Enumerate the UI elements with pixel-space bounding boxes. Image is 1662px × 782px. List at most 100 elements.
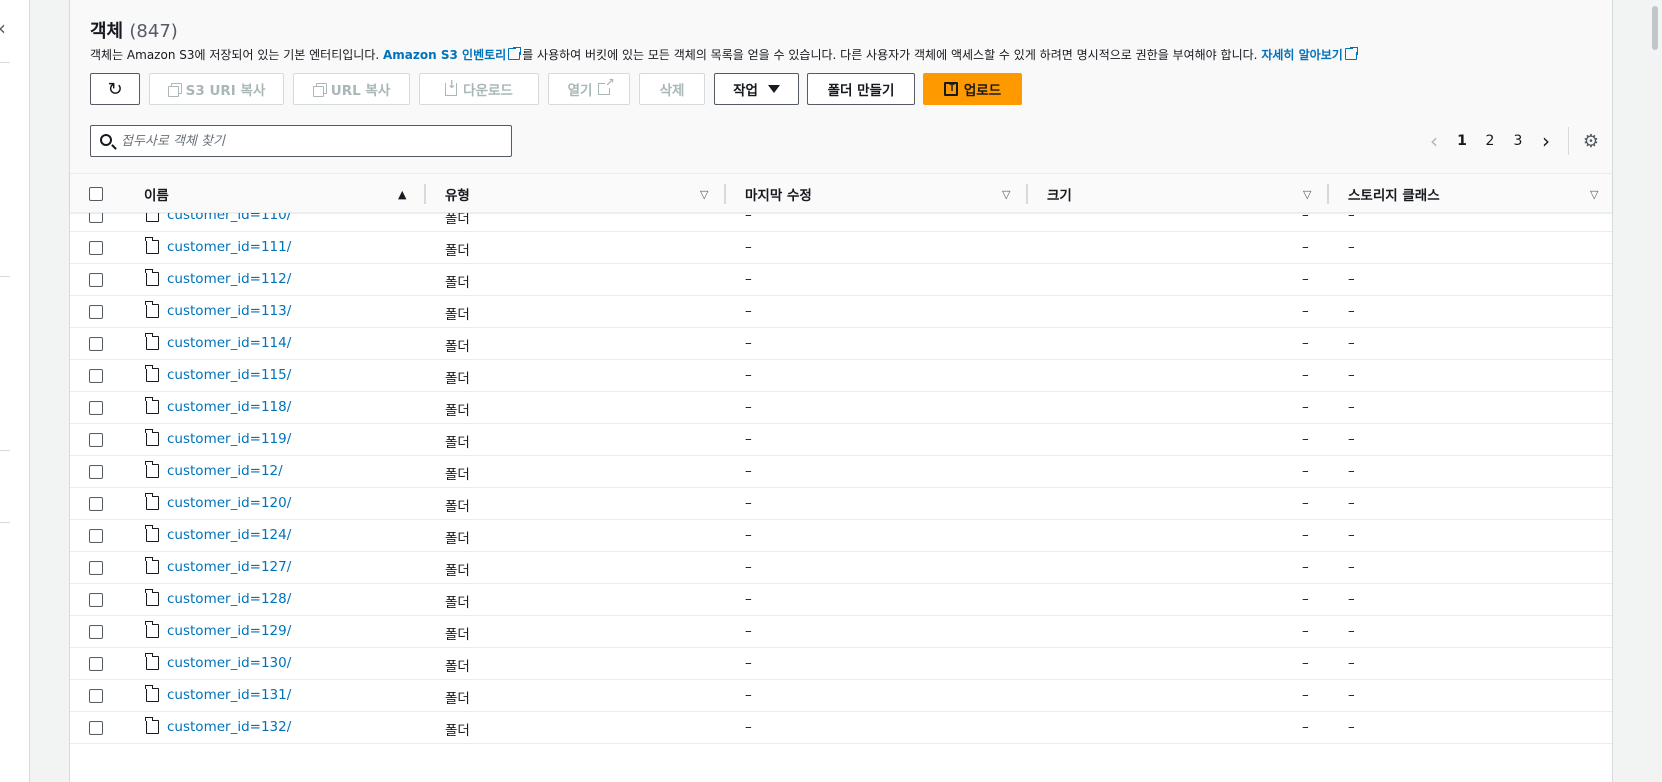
chevron-left-icon[interactable]: ‹ bbox=[1420, 129, 1448, 153]
object-type: 폴더 bbox=[445, 339, 470, 355]
object-name-link[interactable]: customer_id=124/ bbox=[167, 527, 291, 543]
row-checkbox[interactable] bbox=[89, 657, 103, 671]
object-name-link[interactable]: customer_id=120/ bbox=[167, 495, 291, 511]
row-checkbox[interactable] bbox=[89, 561, 103, 575]
close-navigation-icon[interactable]: ‹ bbox=[0, 18, 14, 38]
sort-icon[interactable]: ▽ bbox=[700, 188, 708, 201]
object-size: – bbox=[1302, 213, 1309, 223]
download-icon bbox=[445, 78, 458, 96]
sort-ascending-icon[interactable]: ▲ bbox=[398, 188, 406, 201]
s3-inventory-link[interactable]: Amazon S3 인벤토리 bbox=[383, 48, 506, 62]
object-name-link[interactable]: customer_id=113/ bbox=[167, 303, 291, 319]
page-3[interactable]: 3 bbox=[1504, 133, 1532, 149]
objects-title: 객체 bbox=[90, 21, 124, 42]
actions-dropdown[interactable]: 작업 bbox=[714, 73, 799, 105]
upload-button[interactable]: 업로드 bbox=[923, 73, 1022, 105]
row-checkbox[interactable] bbox=[89, 625, 103, 639]
copy-s3-uri-button[interactable]: S3 URI 복사 bbox=[149, 73, 284, 105]
objects-table-body: customer_id=110/폴더 – – – customer_id=111/폴더 –… bbox=[70, 213, 1612, 782]
folder-icon bbox=[145, 589, 159, 606]
chevron-right-icon[interactable]: › bbox=[1532, 129, 1560, 153]
row-checkbox[interactable] bbox=[89, 401, 103, 415]
sort-icon[interactable]: ▽ bbox=[1590, 188, 1598, 201]
object-name-link[interactable]: customer_id=130/ bbox=[167, 655, 291, 671]
learn-more-link[interactable]: 자세히 알아보기 bbox=[1261, 48, 1342, 62]
column-divider[interactable] bbox=[1026, 184, 1028, 204]
table-row: customer_id=119/폴더 – – – bbox=[70, 424, 1612, 456]
column-header-size[interactable]: 크기 bbox=[1047, 174, 1072, 214]
column-header-modified[interactable]: 마지막 수정 bbox=[745, 174, 812, 214]
object-size: – bbox=[1302, 335, 1309, 351]
copy-url-label: URL 복사 bbox=[330, 83, 391, 99]
objects-panel: 객체 (847) 객체는 Amazon S3에 저장되어 있는 기본 엔터티입니… bbox=[69, 0, 1613, 782]
table-row: customer_id=129/폴더 – – – bbox=[70, 616, 1612, 648]
search-icon bbox=[100, 134, 112, 146]
page-1[interactable]: 1 bbox=[1448, 133, 1476, 149]
object-name-link[interactable]: customer_id=127/ bbox=[167, 559, 291, 575]
object-name-link[interactable]: customer_id=112/ bbox=[167, 271, 291, 287]
row-checkbox[interactable] bbox=[89, 213, 103, 223]
table-row: customer_id=113/폴더 – – – bbox=[70, 296, 1612, 328]
select-all-checkbox[interactable] bbox=[89, 187, 103, 201]
row-checkbox[interactable] bbox=[89, 337, 103, 351]
object-last-modified: – bbox=[745, 431, 752, 447]
folder-icon bbox=[145, 653, 159, 670]
row-checkbox[interactable] bbox=[89, 529, 103, 543]
object-size: – bbox=[1302, 655, 1309, 671]
object-name-link[interactable]: customer_id=114/ bbox=[167, 335, 291, 351]
object-name-link[interactable]: customer_id=132/ bbox=[167, 719, 291, 735]
page-scrollbar[interactable] bbox=[1648, 0, 1662, 782]
folder-icon bbox=[145, 461, 159, 478]
row-checkbox[interactable] bbox=[89, 273, 103, 287]
row-checkbox[interactable] bbox=[89, 721, 103, 735]
download-button[interactable]: 다운로드 bbox=[419, 73, 539, 105]
gear-icon[interactable]: ⚙ bbox=[1577, 131, 1605, 152]
column-header-type[interactable]: 유형 bbox=[445, 174, 470, 214]
table-row: customer_id=118/폴더 – – – bbox=[70, 392, 1612, 424]
object-name-link[interactable]: customer_id=12/ bbox=[167, 463, 283, 479]
object-last-modified: – bbox=[745, 495, 752, 511]
search-input[interactable] bbox=[121, 126, 501, 156]
object-name-link[interactable]: customer_id=111/ bbox=[167, 239, 291, 255]
create-folder-label: 폴더 만들기 bbox=[827, 83, 895, 99]
page-title: 객체 (847) bbox=[90, 17, 178, 43]
row-checkbox[interactable] bbox=[89, 369, 103, 383]
row-checkbox[interactable] bbox=[89, 689, 103, 703]
open-button[interactable]: 열기 bbox=[548, 73, 630, 105]
object-type: 폴더 bbox=[445, 691, 470, 707]
object-name-link[interactable]: customer_id=115/ bbox=[167, 367, 291, 383]
table-row: customer_id=115/폴더 – – – bbox=[70, 360, 1612, 392]
folder-icon bbox=[145, 269, 159, 286]
sort-icon[interactable]: ▽ bbox=[1303, 188, 1311, 201]
refresh-button[interactable]: ↻ bbox=[90, 73, 140, 105]
delete-button[interactable]: 삭제 bbox=[639, 73, 705, 105]
object-storage-class: – bbox=[1348, 399, 1355, 415]
object-name-link[interactable]: customer_id=129/ bbox=[167, 623, 291, 639]
scrollbar-thumb[interactable] bbox=[1652, 6, 1658, 50]
folder-icon bbox=[146, 213, 159, 222]
create-folder-button[interactable]: 폴더 만들기 bbox=[807, 73, 915, 105]
sort-icon[interactable]: ▽ bbox=[1002, 188, 1010, 201]
object-name-link[interactable]: customer_id=131/ bbox=[167, 687, 291, 703]
row-checkbox[interactable] bbox=[89, 593, 103, 607]
copy-url-button[interactable]: URL 복사 bbox=[293, 73, 410, 105]
row-checkbox[interactable] bbox=[89, 305, 103, 319]
page-2[interactable]: 2 bbox=[1476, 133, 1504, 149]
row-checkbox[interactable] bbox=[89, 241, 103, 255]
object-storage-class: – bbox=[1348, 271, 1355, 287]
column-divider[interactable] bbox=[724, 184, 726, 204]
object-name-link[interactable]: customer_id=128/ bbox=[167, 591, 291, 607]
object-type: 폴더 bbox=[445, 467, 470, 483]
column-header-storage-class[interactable]: 스토리지 클래스 bbox=[1348, 174, 1440, 214]
table-row: customer_id=120/폴더 – – – bbox=[70, 488, 1612, 520]
object-name-link[interactable]: customer_id=110/ bbox=[167, 213, 291, 223]
object-name-link[interactable]: customer_id=119/ bbox=[167, 431, 291, 447]
column-header-name[interactable]: 이름 bbox=[144, 174, 169, 214]
column-divider[interactable] bbox=[1327, 184, 1329, 204]
folder-icon bbox=[145, 301, 159, 318]
row-checkbox[interactable] bbox=[89, 465, 103, 479]
row-checkbox[interactable] bbox=[89, 433, 103, 447]
row-checkbox[interactable] bbox=[89, 497, 103, 511]
object-name-link[interactable]: customer_id=118/ bbox=[167, 399, 291, 415]
column-divider[interactable] bbox=[424, 184, 426, 204]
